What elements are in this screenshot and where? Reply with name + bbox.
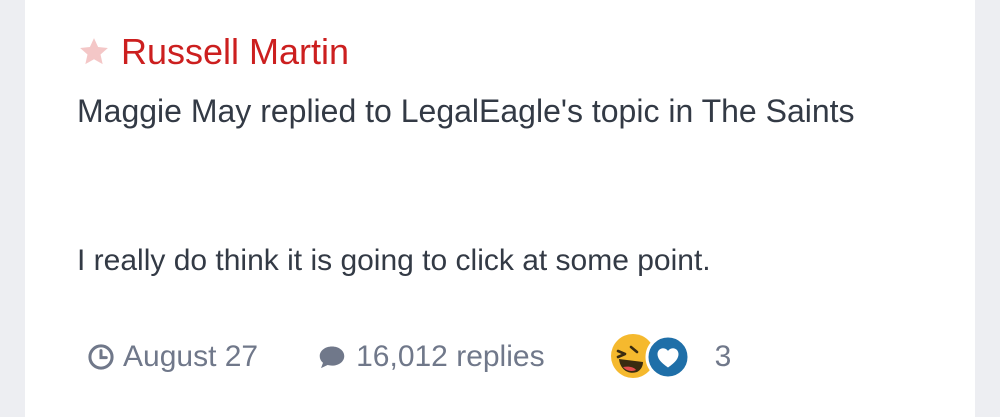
replies-text: 16,012 replies — [356, 340, 545, 373]
reactions-summary[interactable]: 3 — [609, 332, 732, 382]
meta-row: August 27 16,012 replies 3 — [87, 332, 731, 382]
topic-title-link[interactable]: Russell Martin — [121, 30, 349, 74]
activity-description: Maggie May replied to LegalEagle's topic… — [77, 93, 855, 129]
star-icon — [77, 35, 111, 69]
date-text: August 27 — [123, 340, 259, 373]
post-snippet: I really do think it is going to click a… — [77, 244, 711, 277]
heart-icon — [645, 334, 691, 388]
replies-count: 16,012 replies — [316, 340, 545, 374]
reaction-icons — [609, 332, 699, 382]
reaction-count: 3 — [714, 340, 732, 373]
title-row: Russell Martin — [77, 30, 349, 74]
activity-card: Russell Martin Maggie May replied to Leg… — [25, 0, 975, 417]
clock-icon — [87, 343, 115, 371]
speech-bubble-icon — [316, 343, 348, 371]
post-date: August 27 — [87, 340, 258, 374]
